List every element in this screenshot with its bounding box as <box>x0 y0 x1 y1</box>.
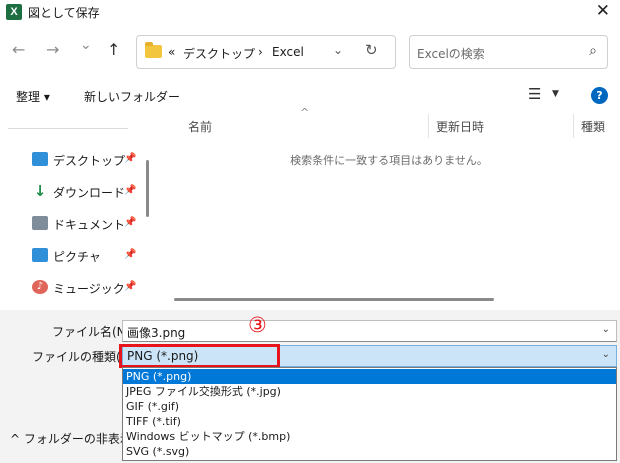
up-arrow-icon[interactable]: ↑ <box>107 40 120 59</box>
pin-icon[interactable]: 📌 <box>124 185 136 196</box>
chevron-down-icon[interactable]: ⌄ <box>602 349 610 360</box>
refresh-icon[interactable]: ↻ <box>365 41 378 59</box>
breadcrumb-excel[interactable]: Excel <box>272 45 304 59</box>
window-title: 図として保存 <box>28 6 100 20</box>
filetype-dropdown-list[interactable]: PNG (*.png) JPEG ファイル交換形式 (*.jpg) GIF (*… <box>122 367 617 461</box>
back-arrow-icon[interactable]: ← <box>12 40 25 59</box>
column-divider[interactable] <box>573 114 574 138</box>
command-bar: 整理 ▾ 新しいフォルダー ☰ ▼ ? <box>0 80 620 112</box>
pictures-icon <box>32 248 48 262</box>
sidebar-item-label: ピクチャ <box>53 250 101 264</box>
sidebar-item-pictures[interactable]: ピクチャ 📌 <box>32 246 142 266</box>
help-icon[interactable]: ? <box>591 87 608 104</box>
search-icon[interactable]: ⌕ <box>589 43 597 59</box>
pin-icon[interactable]: 📌 <box>124 281 136 292</box>
column-header-name[interactable]: 名前 <box>188 118 212 135</box>
column-header-modified[interactable]: 更新日時 <box>436 118 484 135</box>
sidebar-item-music[interactable]: ♪ ミュージック 📌 <box>32 278 142 298</box>
step-annotation: ③ <box>248 313 267 337</box>
forward-arrow-icon[interactable]: → <box>46 40 59 59</box>
column-divider[interactable] <box>428 114 429 138</box>
filetype-option-svg[interactable]: SVG (*.svg) <box>123 444 616 459</box>
pin-icon[interactable]: 📌 <box>124 217 136 228</box>
view-options-icon[interactable]: ☰ <box>528 85 541 103</box>
sidebar-item-label: ドキュメント <box>53 218 126 232</box>
address-dropdown-icon[interactable]: ⌄ <box>333 43 343 57</box>
excel-app-icon: X <box>6 4 22 20</box>
search-placeholder: Excelの検索 <box>417 47 485 61</box>
chevron-down-icon[interactable]: ⌄ <box>602 324 610 335</box>
filename-field[interactable]: 画像3.png ⌄ <box>122 320 617 342</box>
folder-icon <box>145 42 162 58</box>
nav-divider <box>8 128 128 129</box>
sidebar-item-desktop[interactable]: デスクトップ 📌 <box>32 150 142 170</box>
filetype-option-jpg[interactable]: JPEG ファイル交換形式 (*.jpg) <box>123 384 616 399</box>
pin-icon[interactable]: 📌 <box>124 249 136 260</box>
filename-value: 画像3.png <box>127 326 186 340</box>
organize-button[interactable]: 整理 ▾ <box>16 88 50 105</box>
sidebar-item-documents[interactable]: ドキュメント 📌 <box>32 214 142 234</box>
horizontal-scrollbar[interactable] <box>174 298 494 301</box>
pin-icon[interactable]: 📌 <box>124 153 136 164</box>
title-bar: X 図として保存 ✕ <box>0 0 620 24</box>
view-dropdown-icon[interactable]: ▼ <box>552 89 559 99</box>
sidebar-item-label: ダウンロード <box>53 186 126 200</box>
nav-scrollbar[interactable] <box>146 160 149 217</box>
filetype-option-png[interactable]: PNG (*.png) <box>123 369 616 384</box>
search-box[interactable]: Excelの検索 ⌕ <box>409 35 608 69</box>
recent-locations-icon[interactable]: ⌄ <box>80 37 92 53</box>
sort-indicator-icon: ^ <box>300 106 310 119</box>
breadcrumb-separator-icon: › <box>258 45 263 59</box>
desktop-icon <box>32 152 48 166</box>
document-icon <box>32 216 48 230</box>
breadcrumb-desktop[interactable]: デスクトップ <box>183 45 255 62</box>
hide-folders-button[interactable]: ^ フォルダーの非表示 <box>10 430 132 447</box>
filetype-option-bmp[interactable]: Windows ビットマップ (*.bmp) <box>123 429 616 444</box>
new-folder-button[interactable]: 新しいフォルダー <box>84 88 180 105</box>
empty-message: 検索条件に一致する項目はありません。 <box>290 154 488 167</box>
navigation-pane: デスクトップ 📌 ↓ ダウンロード 📌 ドキュメント 📌 ピクチャ 📌 ♪ ミュ… <box>0 112 158 310</box>
filetype-option-tif[interactable]: TIFF (*.tif) <box>123 414 616 429</box>
sidebar-item-label: デスクトップ <box>53 154 126 168</box>
close-icon[interactable]: ✕ <box>596 1 610 21</box>
music-icon: ♪ <box>32 280 48 294</box>
highlight-box <box>119 344 280 368</box>
filetype-option-gif[interactable]: GIF (*.gif) <box>123 399 616 414</box>
column-header-type[interactable]: 種類 <box>581 118 605 135</box>
address-bar[interactable]: « デスクトップ › Excel ⌄ ↻ <box>136 35 396 69</box>
sidebar-item-label: ミュージック <box>53 282 125 296</box>
breadcrumb-overflow[interactable]: « <box>168 45 175 59</box>
file-list: ^ 名前 更新日時 種類 検索条件に一致する項目はありません。 <box>158 106 620 310</box>
download-icon: ↓ <box>33 182 47 200</box>
sidebar-item-downloads[interactable]: ↓ ダウンロード 📌 <box>32 182 142 202</box>
navigation-bar: ← → ⌄ ↑ « デスクトップ › Excel ⌄ ↻ Excelの検索 ⌕ <box>0 28 620 74</box>
